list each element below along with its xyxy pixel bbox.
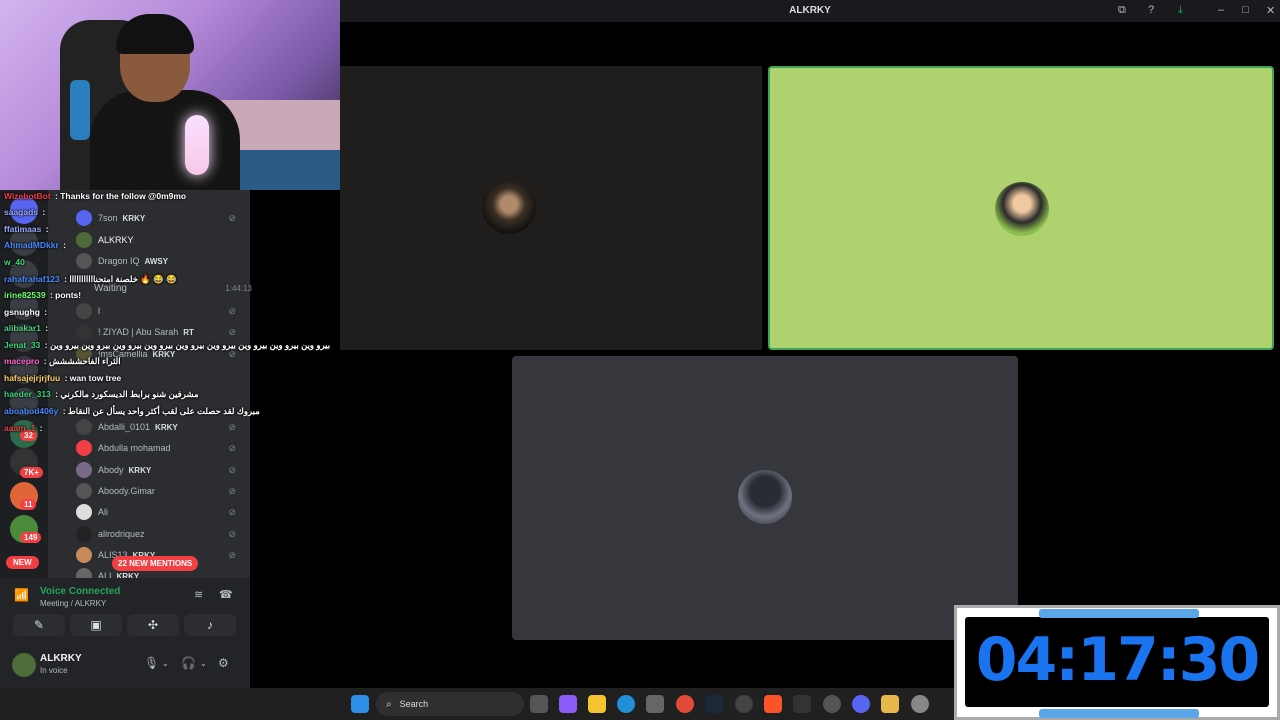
member-item[interactable]: alirodriquez ⊘ (76, 524, 244, 544)
chat-message: aaam_1 : (4, 423, 43, 433)
brave-icon[interactable] (764, 695, 782, 713)
windows-taskbar: ⌕ Search (0, 688, 954, 720)
task-view-icon[interactable] (530, 695, 548, 713)
voice-status: Voice Connected (40, 586, 121, 597)
obs-icon[interactable] (735, 695, 753, 713)
video-tile[interactable] (512, 356, 1018, 640)
soundboard-button[interactable]: ♪ (184, 614, 236, 636)
chat-message: irine82539 : ponts! (4, 290, 82, 300)
popout-icon[interactable]: ⧉ (1118, 4, 1126, 17)
search-box[interactable]: ⌕ Search (376, 692, 524, 716)
user-name: ALKRKY (40, 653, 82, 664)
video-tile-speaking[interactable] (768, 66, 1274, 350)
signal-icon: 📶 (14, 588, 29, 602)
avatar (76, 483, 92, 499)
participant-avatar (482, 180, 536, 234)
search-icon: ⌕ (386, 698, 392, 710)
member-item[interactable]: Aboody.Gimar ⊘ (76, 481, 244, 501)
app-icon[interactable] (881, 695, 899, 713)
maximize-icon[interactable]: □ (1242, 4, 1249, 16)
copilot-icon[interactable] (559, 695, 577, 713)
chat-message: haeder_313 : مشرفين شنو برابط الديسكورد … (4, 389, 199, 399)
download-icon[interactable]: ⤓ (1178, 4, 1183, 17)
screenshare-icon: ▣ (90, 618, 102, 632)
activities-button[interactable]: ✣ (127, 614, 179, 636)
activities-icon: ✣ (147, 618, 159, 632)
store-icon[interactable] (646, 695, 664, 713)
avatar (76, 440, 92, 456)
chat-message: hafsajejrjrjfuu : wan tow tree (4, 373, 122, 383)
settings-icon[interactable] (911, 695, 929, 713)
mute-icon: ⊘ (228, 549, 236, 560)
chevron-down-icon[interactable]: ⌄ (200, 659, 207, 668)
app-icon[interactable] (823, 695, 841, 713)
disconnect-icon[interactable]: ☎ (219, 588, 233, 601)
new-servers-pill[interactable]: NEW (6, 556, 39, 569)
microphone-icon[interactable]: 🎙 (144, 656, 159, 670)
video-tile[interactable] (340, 66, 762, 350)
chat-message: rahafrahaf123 : خلصنة امتحنااااااااااا 🔥… (4, 274, 177, 284)
soundboard-icon: ♪ (207, 618, 213, 632)
voice-panel: 📶 Voice Connected Meeting / ALKRKY ≋ ☎ ✎… (0, 578, 250, 644)
chat-message: ffatimaas : (4, 224, 49, 234)
unread-badge: 11 (20, 499, 37, 510)
avatar (76, 462, 92, 478)
chat-message: w_40 (4, 257, 25, 267)
mute-icon: ⊘ (228, 528, 236, 539)
chat-message: saagads : (4, 207, 46, 217)
participant-avatar (738, 470, 792, 524)
chat-message: Jenat_33 : بيرو وين بيرو وين بيرو وين بي… (4, 340, 331, 350)
member-item[interactable]: Abody KRKY ⊘ (76, 460, 244, 480)
chat-message: WizebotBot : Thanks for the follow @0m9m… (4, 191, 187, 201)
member-item[interactable]: Ali ⊘ (76, 502, 244, 522)
chat-message: AhmadMDkkr : (4, 240, 66, 250)
mute-icon: ⊘ (228, 485, 236, 496)
avatar (76, 526, 92, 542)
windows-start-icon[interactable] (351, 695, 369, 713)
edge-icon[interactable] (617, 695, 635, 713)
unread-badge: 7K+ (20, 467, 43, 478)
chat-message: gsnughg : (4, 307, 48, 317)
avatar[interactable] (12, 653, 36, 677)
window-title: ALKRKY (789, 5, 831, 16)
unread-badge: 149 (20, 532, 42, 543)
stream-timer: 04:17:30 (954, 605, 1280, 720)
member-item[interactable]: Abdulla mohamad ⊘ (76, 438, 244, 458)
screen: { "window": { "title": "ALKRKY" }, "chat… (0, 0, 1280, 720)
chrome-icon[interactable] (676, 695, 694, 713)
webcam-feed (0, 0, 340, 190)
steam-icon[interactable] (705, 695, 723, 713)
new-mentions-pill[interactable]: 22 NEW MENTIONS (112, 556, 199, 571)
window-titlebar: ALKRKY ⧉ ? ⤓ – □ ✕ (340, 0, 1280, 22)
chevron-down-icon[interactable]: ⌄ (162, 659, 169, 668)
headphones-icon[interactable]: 🎧 (181, 656, 196, 670)
chat-message: macepro : الثراء الفاحشششش (4, 356, 121, 366)
user-panel: ALKRKY In voice 🎙 ⌄ 🎧 ⌄ ⚙ (0, 644, 250, 688)
chat-message: aboabod406y : مبروك لقد حصلت على لقب أكث… (4, 406, 260, 416)
chat-message: alibakar1 : (4, 323, 49, 333)
camera-button[interactable]: ✎ (13, 614, 65, 636)
avatar (76, 504, 92, 520)
mute-icon: ⊘ (228, 464, 236, 475)
close-icon[interactable]: ✕ (1266, 4, 1275, 17)
discord-icon[interactable] (852, 695, 870, 713)
screenshare-button[interactable]: ▣ (70, 614, 122, 636)
avatar (76, 547, 92, 563)
participant-avatar (995, 182, 1049, 236)
camera-off-icon: ✎ (33, 618, 45, 632)
capcut-icon[interactable] (793, 695, 811, 713)
file-explorer-icon[interactable] (588, 695, 606, 713)
user-status: In voice (40, 666, 68, 675)
help-icon[interactable]: ? (1148, 4, 1154, 16)
mute-icon: ⊘ (228, 442, 236, 453)
timer-text: 04:17:30 (975, 625, 1260, 695)
gear-icon[interactable]: ⚙ (218, 656, 229, 670)
voice-channel[interactable]: Meeting / ALKRKY (40, 599, 106, 608)
mute-icon: ⊘ (228, 506, 236, 517)
noise-suppression-icon[interactable]: ≋ (194, 588, 203, 601)
stream-chat: WizebotBot : Thanks for the follow @0m9m… (0, 190, 340, 440)
minimize-icon[interactable]: – (1218, 4, 1224, 16)
